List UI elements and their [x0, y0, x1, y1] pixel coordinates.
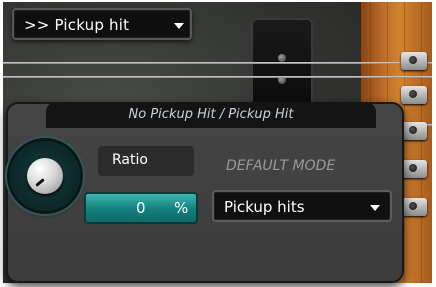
ratio-value: 0	[136, 199, 146, 217]
pickup-hit-dropdown-label: >> Pickup hit	[24, 16, 130, 34]
chevron-down-icon	[370, 205, 380, 211]
panel-title: No Pickup Hit / Pickup Hit	[46, 102, 376, 128]
string	[3, 76, 432, 78]
bridge-saddle	[401, 198, 427, 216]
default-mode-dropdown[interactable]: Pickup hits	[212, 190, 392, 222]
pickup-hit-dropdown[interactable]: >> Pickup hit	[12, 8, 192, 40]
bridge-saddle	[401, 86, 427, 104]
pickup-pole	[278, 54, 286, 62]
default-mode-dropdown-label: Pickup hits	[224, 198, 305, 216]
string	[3, 62, 432, 64]
chevron-down-icon	[174, 23, 184, 29]
default-mode-label: DEFAULT MODE	[226, 158, 336, 174]
bridge-saddle	[401, 160, 427, 178]
bridge-saddle	[401, 52, 427, 70]
ratio-knob-cap[interactable]	[27, 158, 63, 194]
ratio-label: Ratio	[112, 152, 148, 168]
ratio-value-field[interactable]: 0 %	[84, 192, 198, 224]
ratio-unit: %	[174, 199, 189, 217]
bridge-saddle	[401, 122, 427, 140]
ratio-label-box: Ratio	[98, 146, 194, 176]
